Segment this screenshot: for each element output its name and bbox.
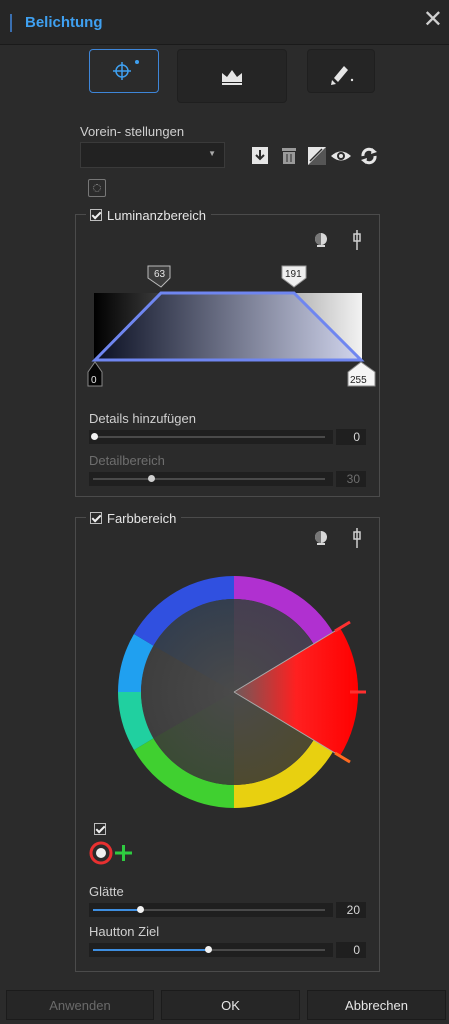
- cancel-button[interactable]: Abbrechen: [307, 990, 446, 1020]
- crosshair-icon: [113, 60, 139, 80]
- skin-target-label: Hautton Ziel: [89, 924, 160, 939]
- luminance-title: Luminanzbereich: [107, 207, 207, 223]
- smoothness-label: Glätte: [89, 884, 124, 899]
- skin-target-knob[interactable]: [205, 946, 212, 953]
- before-after-icon[interactable]: [307, 146, 327, 166]
- presets-dropdown[interactable]: ▼: [80, 142, 225, 168]
- presets-label: Vorein- stellungen: [80, 124, 185, 139]
- details-label: Details hinzufügen: [89, 411, 196, 426]
- handle-63[interactable]: 63: [147, 265, 171, 288]
- detail-range-slider[interactable]: [89, 472, 333, 486]
- handle-255[interactable]: 255: [347, 361, 376, 387]
- smoothness-value[interactable]: 20: [336, 902, 366, 918]
- close-icon[interactable]: ✕: [423, 8, 443, 32]
- exposure-panel: Belichtung ✕ Vorein- stellungen ▼ Lumina…: [0, 0, 449, 1024]
- title-bar: Belichtung ✕: [0, 0, 449, 45]
- mask-toggle-button[interactable]: [88, 179, 106, 197]
- detail-range-value[interactable]: 30: [336, 471, 366, 487]
- eyedropper-icon[interactable]: [350, 229, 364, 251]
- detail-range-knob[interactable]: [148, 475, 155, 482]
- chevron-down-icon: ▼: [208, 149, 216, 158]
- color-range-header: Farbbereich: [86, 509, 182, 527]
- color-range-checkbox[interactable]: [90, 512, 102, 524]
- color-sample-icon[interactable]: [89, 841, 113, 865]
- skin-target-slider[interactable]: [89, 943, 333, 957]
- title-accent: [10, 14, 12, 32]
- smoothness-slider[interactable]: [89, 903, 333, 917]
- tab-crown[interactable]: [177, 49, 287, 103]
- color-wheel[interactable]: [106, 562, 366, 822]
- window-title: Belichtung: [25, 14, 103, 31]
- handle-label-0: 0: [91, 375, 97, 386]
- skin-target-value[interactable]: 0: [336, 942, 366, 958]
- color-eyedropper-icon[interactable]: [350, 527, 364, 549]
- eye-icon[interactable]: [330, 146, 352, 166]
- detail-range-label: Detailbereich: [89, 453, 165, 468]
- details-slider[interactable]: [89, 430, 333, 444]
- handle-191[interactable]: 191: [281, 265, 307, 288]
- color-range-group: Farbbereich Glätte 20 Hautton Ziel 0: [75, 509, 380, 972]
- color-range-title: Farbbereich: [107, 510, 177, 526]
- add-color-icon[interactable]: [115, 845, 132, 861]
- handle-label-255: 255: [350, 375, 367, 386]
- ok-button[interactable]: OK: [161, 990, 300, 1020]
- handle-label-191: 191: [285, 269, 302, 280]
- details-value[interactable]: 0: [336, 429, 366, 445]
- tab-brush[interactable]: [307, 49, 375, 93]
- smoothness-knob[interactable]: [137, 906, 144, 913]
- reset-icon[interactable]: [358, 146, 380, 166]
- handle-label-63: 63: [154, 269, 166, 280]
- skin-tone-checkbox[interactable]: [94, 823, 106, 835]
- crown-icon: [222, 70, 242, 85]
- trash-icon[interactable]: [279, 146, 299, 166]
- luminance-range-graph[interactable]: 63 191 0 255: [76, 260, 379, 395]
- details-slider-knob[interactable]: [91, 433, 98, 440]
- handle-0[interactable]: 0: [87, 361, 103, 387]
- tab-target[interactable]: [89, 49, 159, 93]
- luminance-checkbox[interactable]: [90, 209, 102, 221]
- apply-button[interactable]: Anwenden: [6, 990, 154, 1020]
- luminance-group: Luminanzbereich 63 191 0 255 Details hin…: [75, 206, 380, 497]
- color-picker-icon[interactable]: [312, 529, 330, 547]
- brush-icon: [331, 66, 354, 85]
- luminance-header: Luminanzbereich: [86, 206, 212, 224]
- luminance-picker-icon[interactable]: [312, 231, 330, 249]
- color-sample-tools: [89, 841, 132, 865]
- save-preset-icon[interactable]: [250, 146, 270, 166]
